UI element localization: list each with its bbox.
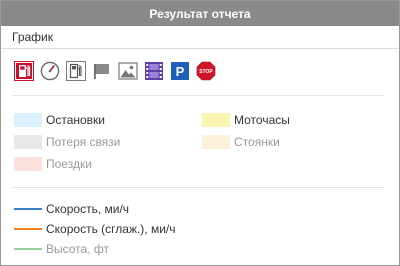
legend-item-parkings[interactable]: Стоянки	[202, 135, 352, 149]
connection-loss-swatch	[14, 135, 42, 149]
altitude-line-swatch	[14, 248, 42, 250]
series-item-speed[interactable]: Скорость, ми/ч	[14, 202, 399, 216]
flag-icon[interactable]	[92, 61, 112, 81]
stops-label: Остановки	[46, 113, 105, 127]
speedometer-icon[interactable]	[40, 61, 60, 81]
section-header: График	[1, 26, 399, 49]
trips-label: Поездки	[46, 157, 92, 171]
speed-label: Скорость, ми/ч	[46, 202, 130, 216]
report-result-panel: Результат отчета График P STOP Остановки…	[0, 0, 400, 266]
stops-swatch	[14, 113, 42, 127]
parkings-label: Стоянки	[234, 135, 280, 149]
interval-legend: Остановки Моточасы Потеря связи Стоянки …	[1, 96, 399, 173]
speed-line-swatch	[14, 208, 42, 210]
speed-smoothed-line-swatch	[14, 228, 42, 230]
parking-icon[interactable]: P	[170, 61, 190, 81]
engine-hours-label: Моточасы	[234, 113, 290, 127]
series-legend: Скорость, ми/ч Скорость (сглаж.), ми/ч В…	[1, 188, 399, 256]
legend-item-stops[interactable]: Остановки	[14, 113, 202, 127]
section-title: График	[12, 30, 53, 44]
series-item-speed-smoothed[interactable]: Скорость (сглаж.), ми/ч	[14, 222, 399, 236]
trips-swatch	[14, 157, 42, 171]
stop-sign-label: STOP	[199, 69, 213, 75]
image-icon[interactable]	[118, 61, 138, 81]
chart-toolbar: P STOP	[1, 49, 399, 82]
legend-item-trips[interactable]: Поездки	[14, 157, 202, 171]
stop-sign-icon[interactable]: STOP	[196, 61, 216, 81]
parkings-swatch	[202, 135, 230, 149]
video-icon[interactable]	[144, 61, 164, 81]
speed-smoothed-label: Скорость (сглаж.), ми/ч	[46, 222, 176, 236]
engine-hours-swatch	[202, 113, 230, 127]
window-title: Результат отчета	[1, 1, 399, 26]
legend-item-connection-loss[interactable]: Потеря связи	[14, 135, 202, 149]
altitude-label: Высота, фт	[46, 242, 109, 256]
parking-icon-label: P	[176, 64, 185, 79]
connection-loss-label: Потеря связи	[46, 135, 121, 149]
fuel-pump-icon[interactable]	[14, 61, 34, 81]
series-item-altitude[interactable]: Высота, фт	[14, 242, 399, 256]
legend-item-engine-hours[interactable]: Моточасы	[202, 113, 352, 127]
fuel-station-icon[interactable]	[66, 61, 86, 81]
